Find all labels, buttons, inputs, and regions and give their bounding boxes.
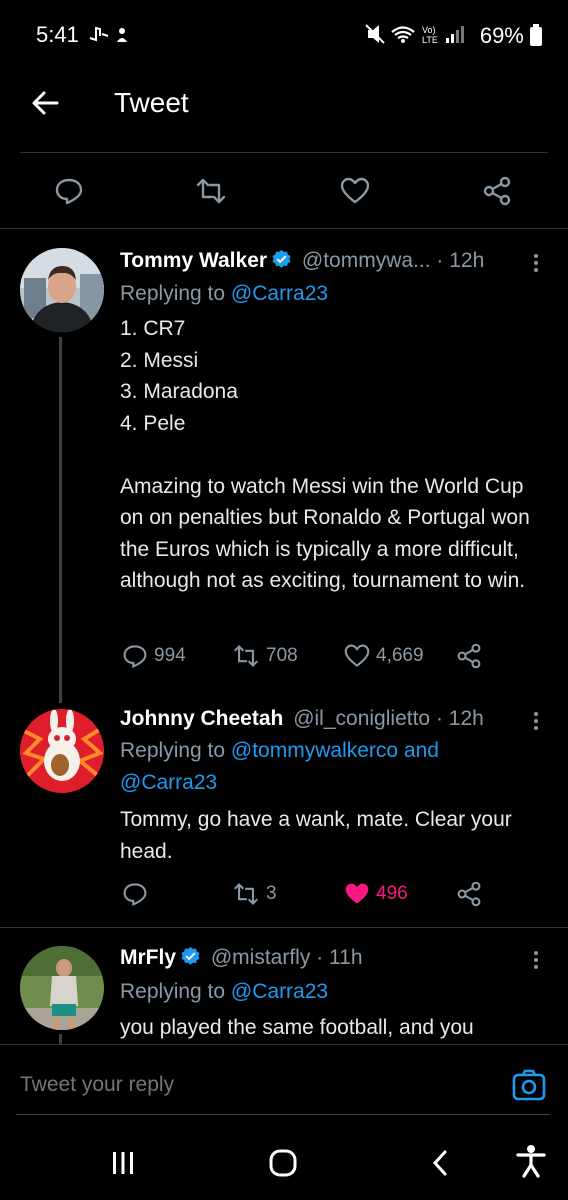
header-divider <box>20 152 548 153</box>
avatar[interactable] <box>20 946 104 1030</box>
main-tweet-actions <box>0 154 568 228</box>
handle: @il_coniglietto <box>293 707 431 730</box>
system-status-icons: Vo) LTE <box>364 24 464 45</box>
tweet-actions: 994 708 4,669 <box>0 643 568 673</box>
replying-to: Replying to @Carra23 <box>120 282 329 305</box>
thread-line <box>59 1034 62 1044</box>
mention-link[interactable]: @Carra23 <box>231 980 328 1003</box>
status-time: 5:41 <box>36 22 79 47</box>
status-bar: 5:41 Vo) LTE 69% <box>0 0 568 70</box>
tweet-actions: 3 496 <box>0 881 568 911</box>
back-arrow-icon[interactable] <box>30 88 60 118</box>
reply-icon <box>123 645 147 668</box>
like-count: 496 <box>376 883 408 904</box>
timestamp: · 11h <box>316 946 363 969</box>
display-name[interactable]: Tommy Walker <box>120 249 267 272</box>
like-button[interactable]: 4,669 <box>344 643 424 669</box>
system-navigation-bar <box>0 1124 568 1200</box>
avatar-image <box>20 946 104 1030</box>
retweet-icon <box>233 644 259 668</box>
like-count: 4,669 <box>376 645 424 666</box>
avatar[interactable] <box>20 709 104 793</box>
timestamp: · 12h <box>436 249 485 272</box>
reply-icon[interactable] <box>54 176 84 206</box>
share-icon <box>457 881 481 907</box>
retweet-count: 708 <box>266 645 298 666</box>
avatar[interactable] <box>20 248 104 332</box>
camera-icon[interactable] <box>512 1069 546 1103</box>
retweet-icon <box>233 882 259 906</box>
reply-tweet[interactable]: Johnny Cheetah @il_coniglietto · 12h Rep… <box>0 699 568 927</box>
more-options-icon[interactable] <box>534 948 540 972</box>
reply-button[interactable]: 994 <box>122 643 186 669</box>
replying-to: Replying to @Carra23 <box>120 980 329 1003</box>
battery-icon <box>530 24 542 46</box>
tweet-body: you played the same football, and you <box>120 1016 474 1039</box>
status-right: Vo) LTE 69% <box>364 22 542 49</box>
tweet-header: Johnny Cheetah @il_coniglietto · 12h <box>120 707 484 731</box>
reply-icon <box>123 883 147 906</box>
top-app-bar: Tweet <box>0 70 568 150</box>
liked-heart-icon <box>345 883 369 904</box>
share-button[interactable] <box>456 643 482 669</box>
display-name[interactable]: MrFly <box>120 946 176 969</box>
replying-to: Replying to @tommywalkerco and @Carra23 <box>120 739 439 794</box>
reply-composer: Tweet your reply <box>0 1044 568 1125</box>
svg-text:Vo): Vo) <box>422 25 436 35</box>
reply-input-underline <box>16 1114 550 1115</box>
reply-button[interactable] <box>122 881 154 907</box>
share-button[interactable] <box>456 881 482 907</box>
mention-link[interactable]: @Carra23 <box>120 771 217 794</box>
verified-badge-icon <box>272 249 291 268</box>
page-title: Tweet <box>114 87 189 118</box>
display-name[interactable]: Johnny Cheetah <box>120 707 283 730</box>
handle: @tommywa... <box>301 249 431 272</box>
recent-apps-icon[interactable] <box>110 1150 136 1176</box>
tweet-body: Tommy, go have a wank, mate. Clear your … <box>120 808 512 863</box>
retweet-button[interactable]: 3 <box>232 881 277 907</box>
svg-text:LTE: LTE <box>422 35 438 45</box>
handle: @mistarfly <box>210 946 311 969</box>
reply-tweet[interactable]: MrFly @mistarfly · 11h Replying to @Carr… <box>0 928 568 1044</box>
avatar-image <box>20 248 104 332</box>
more-options-icon[interactable] <box>534 251 540 275</box>
reply-count: 994 <box>154 645 186 666</box>
like-icon <box>344 644 370 667</box>
home-icon[interactable] <box>268 1148 298 1178</box>
accessibility-icon[interactable] <box>516 1144 546 1178</box>
reply-input[interactable]: Tweet your reply <box>20 1073 174 1097</box>
back-nav-icon[interactable] <box>430 1150 450 1176</box>
timestamp: · 12h <box>435 707 484 730</box>
more-options-icon[interactable] <box>534 709 540 733</box>
tweet-body: 1. CR7 2. Messi 3. Maradona 4. Pele Amaz… <box>120 317 530 592</box>
retweet-icon[interactable] <box>196 176 226 206</box>
reply-tweet[interactable]: Tommy Walker @tommywa... · 12h Replying … <box>0 229 568 703</box>
playstation-icon <box>89 26 127 42</box>
verified-badge-icon <box>181 946 200 965</box>
share-icon[interactable] <box>482 176 512 206</box>
retweet-button[interactable]: 708 <box>232 643 298 669</box>
mention-link[interactable]: @tommywalkerco and <box>231 739 439 762</box>
like-icon[interactable] <box>340 176 370 206</box>
avatar-image <box>20 709 104 793</box>
battery-percent: 69% <box>479 23 524 48</box>
tweet-header: MrFly @mistarfly · 11h <box>120 946 363 970</box>
share-icon <box>457 643 481 669</box>
mention-link[interactable]: @Carra23 <box>231 282 328 305</box>
retweet-count: 3 <box>266 883 277 904</box>
like-button[interactable]: 496 <box>344 881 408 907</box>
tweet-header: Tommy Walker @tommywa... · 12h <box>120 249 484 273</box>
notification-icons <box>88 24 134 49</box>
